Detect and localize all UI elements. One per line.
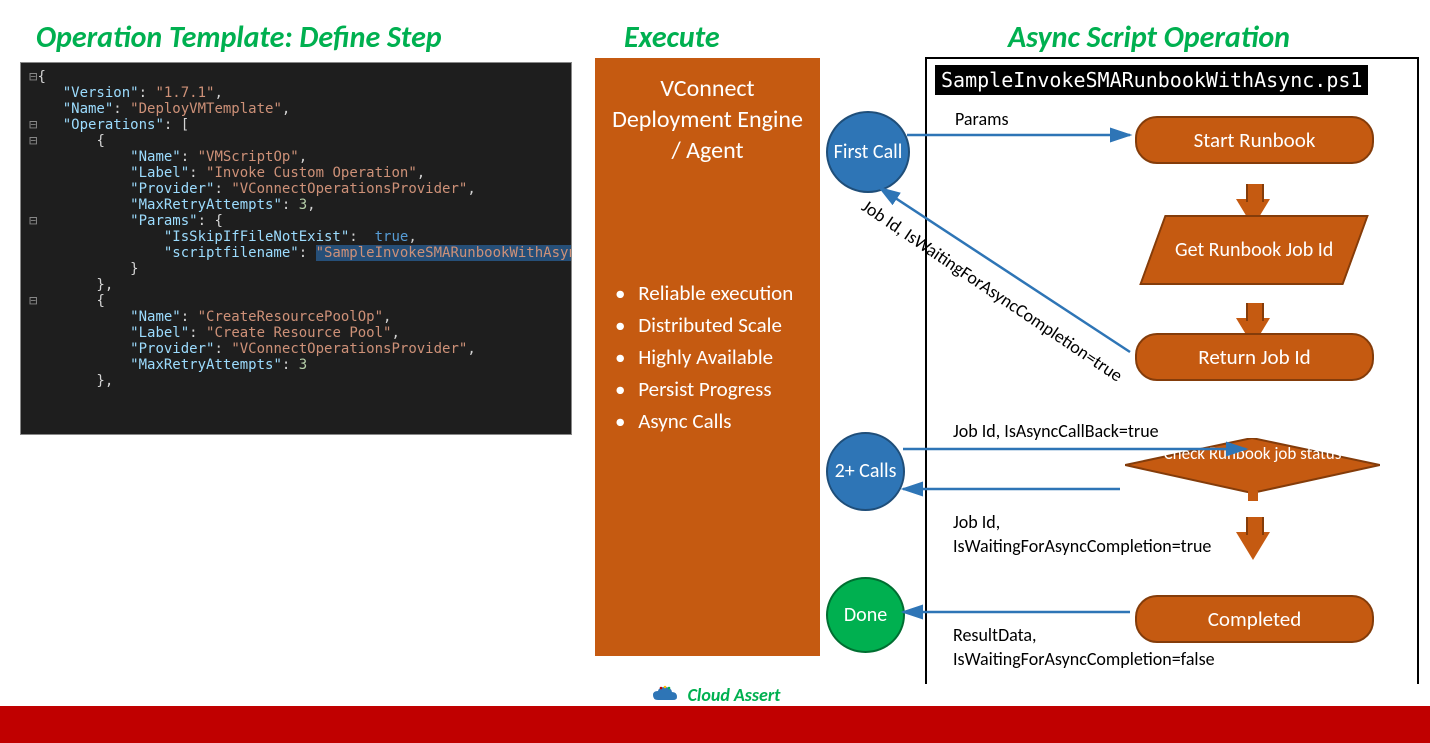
label-two-in: Job Id, IsAsyncCallBack=true [953, 420, 1159, 442]
label-two-out1: Job Id, [953, 511, 1000, 533]
label-done2: IsWaitingForAsyncCompletion=false [953, 648, 1215, 670]
label-two-out2: IsWaitingForAsyncCompletion=true [953, 535, 1211, 557]
arrows-layer [0, 0, 1430, 700]
label-done1: ResultData, [953, 624, 1037, 646]
footer: Cloud Assert [0, 684, 1430, 743]
label-params: Params [955, 108, 1008, 130]
footer-brand: Cloud Assert [688, 684, 781, 706]
cloud-logo-icon [650, 684, 680, 706]
